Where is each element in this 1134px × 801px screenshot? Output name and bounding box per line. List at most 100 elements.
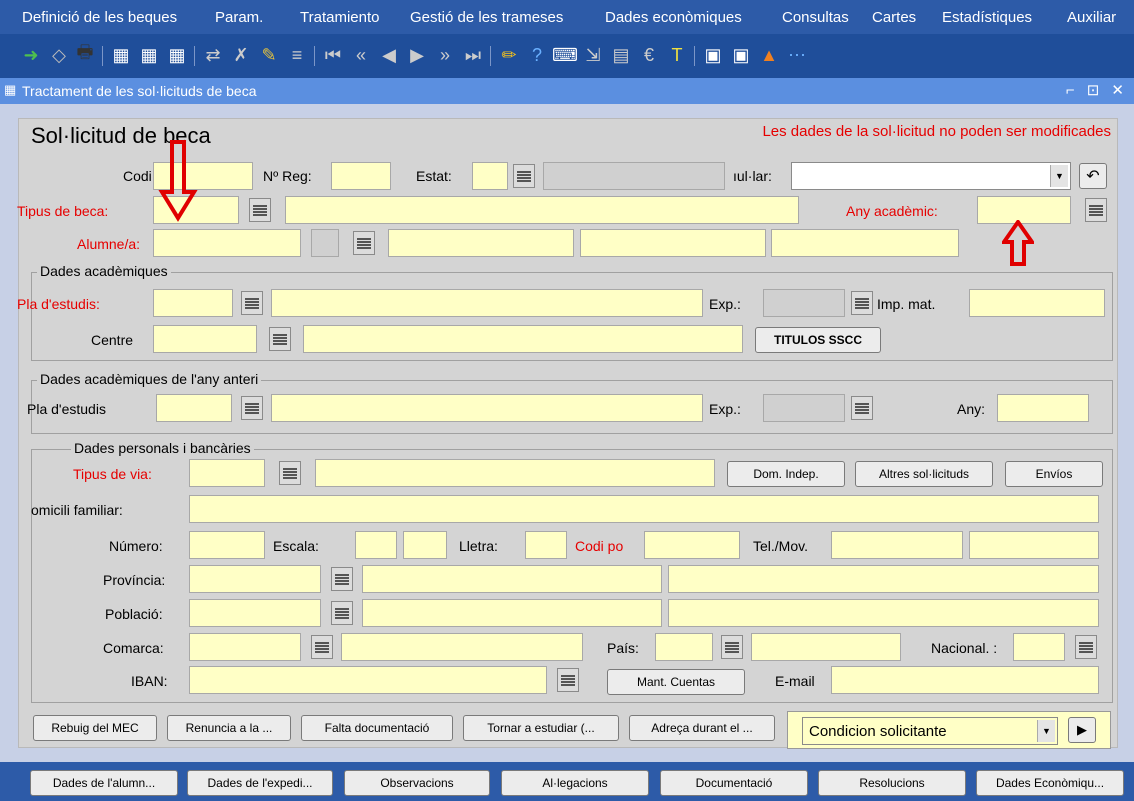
alumne-cognom2-field[interactable] <box>771 229 959 257</box>
tab-observacions[interactable]: Observacions <box>344 770 490 796</box>
provincia-desc2-field[interactable] <box>668 565 1099 593</box>
poblacio-lov-button[interactable] <box>331 601 353 625</box>
exp2-lov-button[interactable] <box>851 396 873 420</box>
tornar-estudiar-button[interactable]: Tornar a estudiar (... <box>463 715 619 741</box>
chevron-down-icon[interactable]: ▼ <box>1050 165 1068 187</box>
envios-button[interactable]: Envíos <box>1005 461 1103 487</box>
menu-trameses[interactable]: Gestió de les trameses <box>410 9 563 26</box>
lletra-field[interactable] <box>525 531 567 559</box>
tab-dades-economiques[interactable]: Dades Econòmiqu... <box>976 770 1124 796</box>
text-icon[interactable]: T <box>664 42 690 68</box>
edit-icon[interactable]: ✏ <box>496 42 522 68</box>
tab-resolucions[interactable]: Resolucions <box>818 770 966 796</box>
next-block-icon[interactable]: » <box>432 42 458 68</box>
new-record-icon[interactable]: ✎ <box>256 42 282 68</box>
menu-cartes[interactable]: Cartes <box>872 9 916 26</box>
prev-block-icon[interactable]: « <box>348 42 374 68</box>
renuncia-button[interactable]: Renuncia a la ... <box>167 715 291 741</box>
pais-lov-button[interactable] <box>721 635 743 659</box>
falta-documentacio-button[interactable]: Falta documentació <box>301 715 453 741</box>
domicili-field[interactable] <box>189 495 1099 523</box>
menu-tratamiento[interactable]: Tratamiento <box>300 9 379 26</box>
estat-lov-button[interactable] <box>513 164 535 188</box>
pais-field[interactable] <box>655 633 713 661</box>
user-icon[interactable]: ▲ <box>756 42 782 68</box>
alumne-lov-button[interactable] <box>353 231 375 255</box>
play-button[interactable]: ▶ <box>1068 717 1096 743</box>
notes2-icon[interactable]: ▣ <box>728 42 754 68</box>
email-field[interactable] <box>831 666 1099 694</box>
adreca-durant-button[interactable]: Adreça durant el ... <box>629 715 775 741</box>
chevron-down-icon[interactable]: ▼ <box>1037 720 1055 742</box>
condicion-select[interactable]: Condicion solicitante ▼ <box>802 717 1058 745</box>
filter-icon[interactable]: ⇲ <box>580 42 606 68</box>
tab-documentacio[interactable]: Documentació <box>660 770 808 796</box>
rebuig-mec-button[interactable]: Rebuig del MEC <box>33 715 157 741</box>
iban-lov-button[interactable] <box>557 668 579 692</box>
centre-field[interactable] <box>153 325 257 353</box>
window-controls[interactable]: ⌐ ⊡ ✕ <box>1066 81 1128 99</box>
pais-desc-field[interactable] <box>751 633 901 661</box>
iban-field[interactable] <box>189 666 547 694</box>
print-icon[interactable]: 🖶 <box>72 42 98 68</box>
alumne-nom-field[interactable] <box>388 229 574 257</box>
any-field[interactable] <box>997 394 1089 422</box>
alumne-cognom1-field[interactable] <box>580 229 766 257</box>
more-icon[interactable]: ⋯ <box>784 42 810 68</box>
poblacio-desc-field[interactable] <box>362 599 662 627</box>
tab-dades-expedient[interactable]: Dades de l'expedi... <box>187 770 333 796</box>
pla-estudis-desc-field[interactable] <box>271 289 703 317</box>
tipus-via-lov-button[interactable] <box>279 461 301 485</box>
pla-estudis-field[interactable] <box>153 289 233 317</box>
centre-desc-field[interactable] <box>303 325 743 353</box>
nreg-field[interactable] <box>331 162 391 190</box>
tab-dades-alumne[interactable]: Dades de l'alumn... <box>30 770 178 796</box>
execute-query-icon[interactable]: ▦ <box>136 42 162 68</box>
tipus-via-desc-field[interactable] <box>315 459 715 487</box>
titular-select[interactable]: ▼ <box>791 162 1071 190</box>
save-icon[interactable]: ⇄ <box>200 42 226 68</box>
help-icon[interactable]: ? <box>524 42 550 68</box>
undo-button[interactable]: ↶ <box>1079 163 1107 189</box>
last-record-icon[interactable]: ⏭ <box>460 42 486 68</box>
delete-icon[interactable]: ✗ <box>228 42 254 68</box>
menu-estadistiques[interactable]: Estadístiques <box>942 9 1032 26</box>
pla-estudis2-lov-button[interactable] <box>241 396 263 420</box>
menu-dades-economiques[interactable]: Dades econòmiques <box>605 9 742 26</box>
menu-consultas[interactable]: Consultas <box>782 9 849 26</box>
escala-field[interactable] <box>355 531 397 559</box>
telefon-field[interactable] <box>831 531 963 559</box>
poblacio-field[interactable] <box>189 599 321 627</box>
provincia-field[interactable] <box>189 565 321 593</box>
provincia-desc-field[interactable] <box>362 565 662 593</box>
menu-param[interactable]: Param. <box>215 9 263 26</box>
menu-auxiliar[interactable]: Auxiliar <box>1067 9 1116 26</box>
notes-icon[interactable]: ▣ <box>700 42 726 68</box>
tipus-via-field[interactable] <box>189 459 265 487</box>
any-academic-lov-button[interactable] <box>1085 198 1107 222</box>
duplicate-icon[interactable]: ≡ <box>284 42 310 68</box>
mobil-field[interactable] <box>969 531 1099 559</box>
altres-sollicituds-button[interactable]: Altres sol·licituds <box>855 461 993 487</box>
numero-field[interactable] <box>189 531 265 559</box>
mant-cuentas-button[interactable]: Mant. Cuentas <box>607 669 745 695</box>
clear-icon[interactable]: ◇ <box>46 42 72 68</box>
query-icon[interactable]: ▦ <box>108 42 134 68</box>
imp-mat-field[interactable] <box>969 289 1105 317</box>
nacional-field[interactable] <box>1013 633 1065 661</box>
nacional-lov-button[interactable] <box>1075 635 1097 659</box>
provincia-lov-button[interactable] <box>331 567 353 591</box>
currency-icon[interactable]: € <box>636 42 662 68</box>
menu-definicio[interactable]: Definició de les beques <box>22 9 177 26</box>
alumne-nif-field[interactable] <box>153 229 301 257</box>
tipus-beca-desc-field[interactable] <box>285 196 799 224</box>
pis-field[interactable] <box>403 531 447 559</box>
cancel-query-icon[interactable]: ▦ <box>164 42 190 68</box>
comarca-lov-button[interactable] <box>311 635 333 659</box>
first-record-icon[interactable]: ⏮ <box>320 42 346 68</box>
exit-icon[interactable]: ➜ <box>18 42 44 68</box>
titulos-sscc-button[interactable]: TITULOS SSCC <box>755 327 881 353</box>
pla-estudis2-field[interactable] <box>156 394 232 422</box>
keys-icon[interactable]: ⌨ <box>552 42 578 68</box>
comarca-field[interactable] <box>189 633 301 661</box>
